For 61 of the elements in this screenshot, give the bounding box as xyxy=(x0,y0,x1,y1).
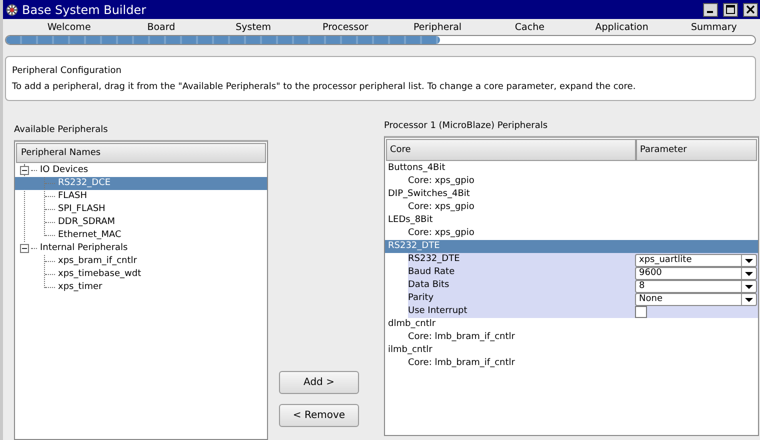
peripheral-row[interactable]: RS232_DTE xyxy=(385,240,758,253)
peripheral-row[interactable]: ilmb_cntlr xyxy=(385,344,758,357)
wizard-step: Peripheral xyxy=(392,22,484,33)
wizard-step: Board xyxy=(115,22,208,33)
checkbox[interactable] xyxy=(635,306,647,318)
tree-item[interactable]: SPI_FLASH xyxy=(15,203,267,216)
collapse-icon[interactable] xyxy=(20,244,29,253)
tree-item[interactable]: xps_timebase_wdt xyxy=(15,268,267,281)
column-header: Parameter xyxy=(636,139,757,161)
parameter-dropdown[interactable]: None xyxy=(635,293,757,306)
caret-icon xyxy=(741,281,756,292)
remove-button[interactable]: < Remove xyxy=(279,404,359,427)
wizard-step: Welcome xyxy=(23,22,116,33)
tree-item[interactable]: RS232_DCE xyxy=(15,177,267,190)
wizard-step: Cache xyxy=(484,22,576,33)
core-text: Core: xps_gpio xyxy=(408,175,476,188)
parameter-name: Baud Rate xyxy=(408,266,456,279)
window-title: Base System Builder xyxy=(22,2,148,17)
parameter-name: Parity xyxy=(408,292,435,305)
tree-item[interactable]: xps_timer xyxy=(15,281,267,294)
parameter-dropdown[interactable]: 8 xyxy=(635,280,757,293)
column-header: Core xyxy=(386,139,636,161)
parameter-dropdown[interactable]: 9600 xyxy=(635,267,757,280)
peripheral-row[interactable]: LEDs_8Bit xyxy=(385,214,758,227)
tree-group[interactable]: Internal Peripherals xyxy=(15,242,267,255)
caret-icon xyxy=(741,294,756,305)
peripheral-row[interactable]: Buttons_4Bit xyxy=(385,162,758,175)
parameter-name: Data Bits xyxy=(408,279,450,292)
core-text: Core: lmb_bram_if_cntlr xyxy=(408,357,516,370)
core-text: Core: lmb_bram_if_cntlr xyxy=(408,331,516,344)
parameter-dropdown[interactable]: xps_uartlite xyxy=(635,254,757,267)
add-button[interactable]: Add > xyxy=(279,371,359,394)
section-label: Processor 1 (MicroBlaze) Peripherals xyxy=(384,121,549,131)
parameter-name: Use Interrupt xyxy=(408,305,468,318)
core-text: Core: xps_gpio xyxy=(408,201,476,214)
tree-item[interactable]: Ethernet_MAC xyxy=(15,229,267,242)
section-label: Available Peripherals xyxy=(14,125,109,135)
maximize-button[interactable] xyxy=(723,2,738,17)
wizard-step: Summary xyxy=(668,22,760,33)
close-icon xyxy=(746,5,755,14)
peripheral-row[interactable]: DIP_Switches_4Bit xyxy=(385,188,758,201)
caret-icon xyxy=(741,255,756,266)
minimize-button[interactable] xyxy=(703,2,718,17)
maximize-icon xyxy=(726,5,735,14)
tree-group[interactable]: IO Devices xyxy=(15,164,267,177)
instructions-text: To add a peripheral, drag it from the "Available Peripherals" to the processor peripheral list. To change a core parameter, expand the core. xyxy=(12,82,637,92)
wizard-step: System xyxy=(207,22,300,33)
column-header: Peripheral Names xyxy=(16,143,266,163)
parameter-name: RS232_DTE xyxy=(408,253,461,266)
wizard-step: Application xyxy=(576,22,668,33)
close-button[interactable] xyxy=(743,2,758,17)
tree-item[interactable]: FLASH xyxy=(15,190,267,203)
app-icon xyxy=(5,2,19,17)
peripheral-row[interactable]: dlmb_cntlr xyxy=(385,318,758,331)
wizard-step: Processor xyxy=(299,22,392,33)
collapse-icon[interactable] xyxy=(20,166,29,175)
tree-item[interactable]: xps_bram_if_cntlr xyxy=(15,255,267,268)
core-text: Core: xps_gpio xyxy=(408,227,476,240)
panel-heading: Peripheral Configuration xyxy=(12,66,122,76)
tree-item[interactable]: DDR_SDRAM xyxy=(15,216,267,229)
caret-icon xyxy=(741,268,756,279)
